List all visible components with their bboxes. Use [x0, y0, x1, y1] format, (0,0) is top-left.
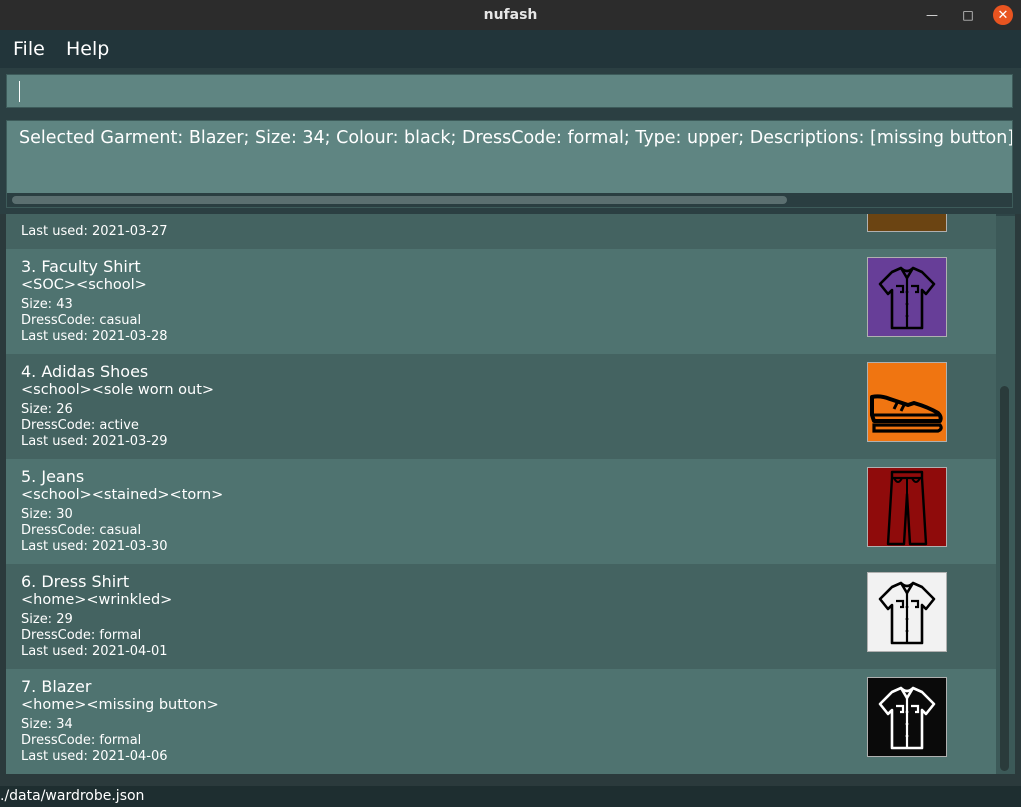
garment-image	[867, 257, 947, 337]
garment-descriptions: <school><sole worn out>	[21, 382, 215, 398]
result-display-area: Selected Garment: Blazer; Size: 34; Colo…	[0, 114, 1021, 214]
garment-name: 5. Jeans	[21, 467, 85, 486]
list-item[interactable]: Last used: 2021-03-27	[6, 214, 996, 249]
text-caret	[19, 81, 20, 102]
list-item[interactable]: 7. Blazer <home><missing button> Size: 34 D…	[6, 669, 996, 774]
vertical-scrollbar-thumb[interactable]	[1000, 386, 1009, 771]
garment-size: Size: 29	[21, 612, 73, 627]
garment-size: Size: 43	[21, 297, 73, 312]
garment-list: Last used: 2021-03-27 3. Faculty Shirt <S…	[6, 214, 1015, 774]
garment-image	[867, 214, 947, 232]
garment-size: Size: 26	[21, 402, 73, 417]
last-used-label: Last used: 2021-04-01	[21, 644, 168, 659]
garment-dresscode: DressCode: casual	[21, 313, 142, 328]
close-icon[interactable]: ✕	[993, 5, 1013, 25]
last-used-label: Last used: 2021-04-06	[21, 749, 168, 764]
storage-path: ./data/wardrobe.json	[0, 788, 145, 804]
status-bar: ./data/wardrobe.json	[0, 786, 1021, 807]
garment-dresscode: DressCode: formal	[21, 733, 142, 748]
garment-name: 4. Adidas Shoes	[21, 362, 149, 381]
shirt-icon	[878, 686, 936, 750]
menu-bar: File Help	[0, 30, 1021, 69]
shoe-icon	[870, 394, 943, 433]
list-item[interactable]: 4. Adidas Shoes <school><sole worn out> Si…	[6, 354, 996, 459]
last-used-label: Last used: 2021-03-29	[21, 434, 168, 449]
last-used-label: Last used: 2021-03-27	[21, 224, 168, 239]
pants-icon	[886, 470, 928, 546]
garment-descriptions: <SOC><school>	[21, 277, 147, 293]
list-item[interactable]: 6. Dress Shirt <home><wrinkled> Size: 29 Dr…	[6, 564, 996, 669]
garment-image	[867, 467, 947, 547]
last-used-label: Last used: 2021-03-30	[21, 539, 168, 554]
garment-image	[867, 362, 947, 442]
garment-dresscode: DressCode: formal	[21, 628, 142, 643]
last-used-label: Last used: 2021-03-28	[21, 329, 168, 344]
garment-image	[867, 572, 947, 652]
maximize-icon[interactable]: □	[957, 4, 979, 26]
shirt-icon	[878, 581, 936, 645]
garment-descriptions: <home><wrinkled>	[21, 592, 173, 608]
minimize-icon[interactable]: —	[921, 4, 943, 26]
command-input[interactable]	[6, 74, 1013, 108]
menu-help[interactable]: Help	[66, 38, 109, 60]
garment-size: Size: 34	[21, 717, 73, 732]
result-text: Selected Garment: Blazer; Size: 34; Colo…	[19, 128, 1013, 148]
garment-name: 7. Blazer	[21, 677, 92, 696]
horizontal-scrollbar-thumb[interactable]	[12, 196, 787, 204]
window-controls: — □ ✕	[921, 4, 1013, 26]
garment-size: Size: 30	[21, 507, 73, 522]
horizontal-scrollbar[interactable]	[7, 193, 1012, 207]
vertical-scrollbar[interactable]	[996, 216, 1015, 774]
garment-name: 3. Faculty Shirt	[21, 257, 141, 276]
result-display: Selected Garment: Blazer; Size: 34; Colo…	[6, 120, 1013, 208]
window-titlebar: nufash — □ ✕	[0, 0, 1021, 30]
window-title: nufash	[483, 7, 538, 23]
shirt-icon	[878, 266, 936, 330]
command-box-area	[0, 68, 1021, 114]
garment-descriptions: <school><stained><torn>	[21, 487, 224, 503]
garment-image	[867, 677, 947, 757]
garment-dresscode: DressCode: casual	[21, 523, 142, 538]
garment-dresscode: DressCode: active	[21, 418, 139, 433]
list-item[interactable]: 5. Jeans <school><stained><torn> Size: 30 D…	[6, 459, 996, 564]
list-item[interactable]: 3. Faculty Shirt <SOC><school> Size: 43 Dre…	[6, 249, 996, 354]
garment-name: 6. Dress Shirt	[21, 572, 130, 591]
garment-descriptions: <home><missing button>	[21, 697, 219, 713]
menu-file[interactable]: File	[13, 38, 45, 60]
